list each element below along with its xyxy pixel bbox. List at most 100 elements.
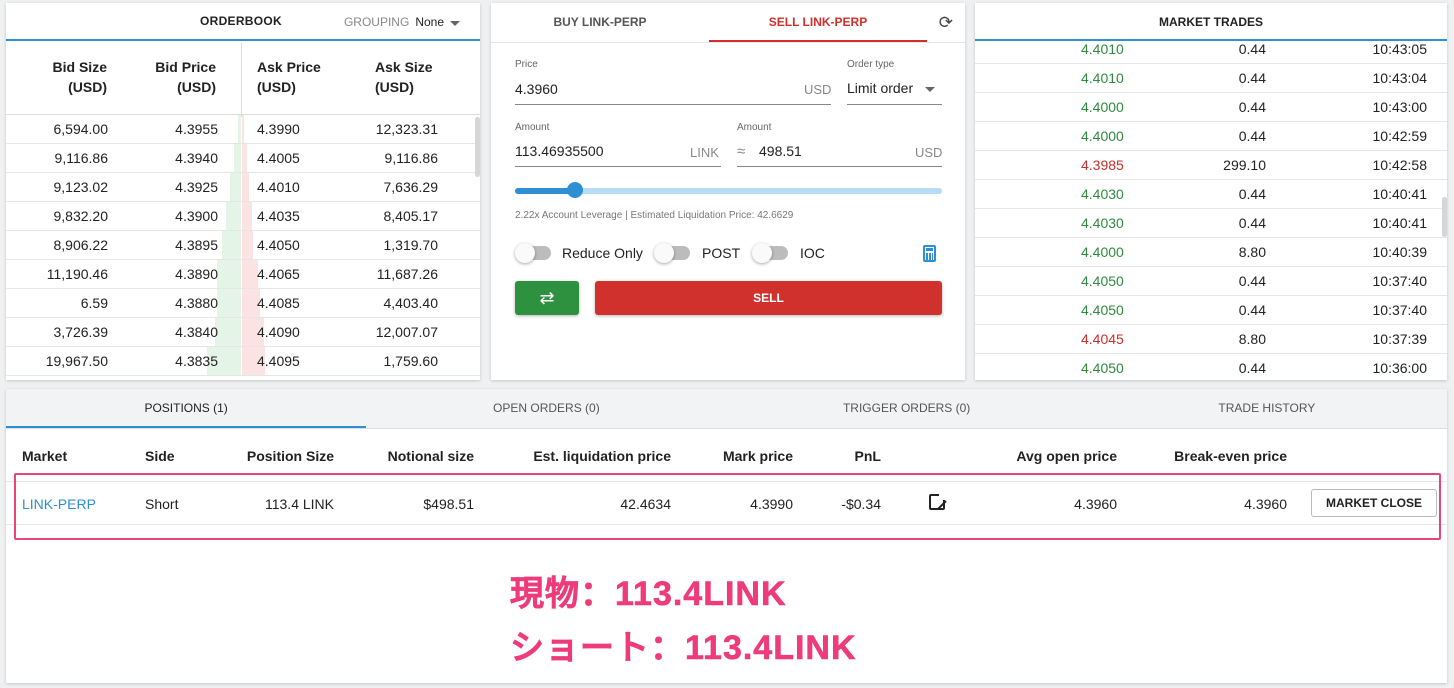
orderbook-row[interactable]: 6.59 4.3880 4.4085 4,403.40 bbox=[6, 289, 480, 318]
tab-positions[interactable]: POSITIONS (1) bbox=[6, 389, 367, 428]
bid-price: 4.3835 bbox=[175, 353, 218, 369]
ask-price: 4.4065 bbox=[257, 266, 300, 282]
trade-price: 4.4050 bbox=[1081, 273, 1124, 289]
trade-size: 0.44 bbox=[1238, 41, 1266, 57]
grouping-control: GROUPING None bbox=[344, 15, 460, 29]
swap-button[interactable]: ⇄ bbox=[515, 281, 579, 315]
bid-size: 9,116.86 bbox=[54, 150, 108, 166]
trade-size: 299.10 bbox=[1223, 157, 1266, 173]
header-est-liquidation: Est. liquidation price bbox=[533, 448, 671, 464]
ask-size: 1,319.70 bbox=[383, 237, 439, 253]
bid-size: 19,967.50 bbox=[45, 353, 108, 369]
bid-price: 4.3900 bbox=[175, 208, 218, 224]
orderbook-row[interactable]: 6,594.00 4.3955 4.3990 12,323.31 bbox=[6, 115, 480, 144]
grouping-select[interactable]: None bbox=[415, 15, 460, 29]
market-trade-row: 4.4000 0.44 10:42:59 bbox=[975, 122, 1447, 151]
post-toggle[interactable] bbox=[654, 243, 690, 263]
orderbook-row[interactable]: 8,906.22 4.3895 4.4050 1,319.70 bbox=[6, 231, 480, 260]
trade-time: 10:40:41 bbox=[1372, 215, 1428, 231]
header-position-size: Position Size bbox=[246, 448, 334, 464]
trade-time: 10:40:39 bbox=[1372, 244, 1428, 260]
ask-price: 4.4035 bbox=[257, 208, 300, 224]
trade-size: 8.80 bbox=[1238, 244, 1266, 260]
leverage-slider-handle[interactable] bbox=[567, 182, 583, 198]
market-trades-list: 4.4010 0.44 10:43:05 4.4010 0.44 10:43:04 4.40… bbox=[975, 41, 1447, 378]
market-trades-scrollbar[interactable] bbox=[1442, 197, 1447, 237]
order-type-select[interactable]: Limit order bbox=[847, 80, 936, 96]
market-trade-row: 4.4010 0.44 10:43:05 bbox=[975, 41, 1447, 64]
market-trades-title: MARKET TRADES bbox=[975, 3, 1447, 41]
ask-price: 4.4005 bbox=[257, 150, 300, 166]
orderbook-row[interactable]: 11,190.46 4.3890 4.4065 11,687.26 bbox=[6, 260, 480, 289]
tab-trade-history[interactable]: TRADE HISTORY bbox=[1087, 389, 1447, 428]
price-input[interactable]: 4.3960 bbox=[515, 81, 558, 97]
market-trade-row: 4.3985 299.10 10:42:58 bbox=[975, 151, 1447, 180]
refresh-icon[interactable]: ⟳ bbox=[939, 13, 953, 33]
tab-sell[interactable]: SELL LINK-PERP bbox=[709, 3, 927, 42]
trade-size: 0.44 bbox=[1238, 273, 1266, 289]
calculator-icon[interactable] bbox=[923, 245, 936, 262]
trade-price: 4.4000 bbox=[1081, 99, 1124, 115]
amount-usd-underline bbox=[737, 166, 942, 167]
leverage-slider-fill bbox=[515, 188, 575, 194]
ask-size: 11,687.26 bbox=[376, 266, 438, 282]
amount-usd-label: Amount bbox=[737, 122, 772, 133]
trade-price: 4.4045 bbox=[1081, 331, 1124, 347]
ioc-toggle[interactable] bbox=[752, 243, 788, 263]
trade-time: 10:37:39 bbox=[1372, 331, 1428, 347]
bid-size: 3,726.39 bbox=[53, 324, 109, 340]
header-pnl: PnL bbox=[854, 448, 881, 464]
amount-unit: LINK bbox=[690, 145, 719, 160]
bid-size: 11,190.46 bbox=[46, 266, 108, 282]
trade-time: 10:42:59 bbox=[1372, 128, 1428, 144]
trade-size: 0.44 bbox=[1238, 70, 1266, 86]
order-form-panel: BUY LINK-PERP SELL LINK-PERP ⟳ Price 4.3… bbox=[491, 3, 965, 380]
reduce-only-toggle[interactable] bbox=[515, 243, 551, 263]
header-market: Market bbox=[22, 448, 68, 464]
ask-price: 4.4090 bbox=[257, 324, 300, 340]
order-type-value: Limit order bbox=[847, 80, 914, 96]
approx-icon: ≈ bbox=[737, 143, 746, 160]
bid-price: 4.3895 bbox=[175, 237, 218, 253]
ask-size: 4,403.40 bbox=[383, 295, 439, 311]
trade-price: 4.4030 bbox=[1081, 215, 1124, 231]
orderbook-column-headers: Bid Size (USD) Bid Price (USD) Ask Price (U… bbox=[6, 41, 480, 115]
bid-price: 4.3880 bbox=[175, 295, 218, 311]
col-bid-size: Bid Size (USD) bbox=[52, 59, 107, 95]
tab-buy[interactable]: BUY LINK-PERP bbox=[491, 3, 709, 42]
orderbook-row[interactable]: 9,123.02 4.3925 4.4010 7,636.29 bbox=[6, 173, 480, 202]
trade-time: 10:40:41 bbox=[1372, 186, 1428, 202]
amount-usd-input[interactable]: 498.51 bbox=[759, 143, 802, 159]
sell-button[interactable]: SELL bbox=[595, 281, 942, 315]
market-trade-row: 4.4000 0.44 10:43:00 bbox=[975, 93, 1447, 122]
grouping-label: GROUPING bbox=[343, 15, 410, 29]
ask-depth-bar bbox=[242, 144, 247, 172]
amount-input[interactable]: 113.46935500 bbox=[515, 143, 604, 159]
trade-size: 0.44 bbox=[1238, 128, 1266, 144]
trade-price: 4.4000 bbox=[1081, 128, 1124, 144]
tab-open-orders[interactable]: OPEN ORDERS (0) bbox=[366, 389, 726, 428]
trade-price: 4.4050 bbox=[1081, 360, 1124, 376]
tab-trigger-orders[interactable]: TRIGGER ORDERS (0) bbox=[727, 389, 1087, 428]
trade-price: 4.4030 bbox=[1081, 186, 1124, 202]
trade-time: 10:43:04 bbox=[1372, 70, 1428, 86]
trade-time: 10:43:00 bbox=[1372, 99, 1428, 115]
market-trade-row: 4.4050 0.44 10:37:40 bbox=[975, 296, 1447, 325]
header-avg-open: Avg open price bbox=[1016, 448, 1117, 464]
bid-price: 4.3840 bbox=[175, 324, 218, 340]
bid-price: 4.3925 bbox=[175, 179, 218, 195]
ask-depth-bar bbox=[242, 202, 252, 230]
orderbook-row[interactable]: 19,967.50 4.3835 4.4095 1,759.60 bbox=[6, 347, 480, 376]
trade-size: 0.44 bbox=[1238, 99, 1266, 115]
ask-price: 4.3990 bbox=[257, 121, 300, 137]
orderbook-row[interactable]: 9,832.20 4.3900 4.4035 8,405.17 bbox=[6, 202, 480, 231]
ask-size: 8,405.17 bbox=[383, 208, 439, 224]
orderbook-row[interactable]: 9,116.86 4.3940 4.4005 9,116.86 bbox=[6, 144, 480, 173]
bid-price: 4.3940 bbox=[175, 150, 218, 166]
trade-time: 10:42:58 bbox=[1372, 157, 1428, 173]
orderbook-scrollbar[interactable] bbox=[475, 117, 480, 177]
ask-price: 4.4050 bbox=[257, 237, 300, 253]
orderbook-row[interactable]: 3,726.39 4.3840 4.4090 12,007.07 bbox=[6, 318, 480, 347]
bid-price: 4.3890 bbox=[175, 266, 218, 282]
ask-price: 4.4010 bbox=[257, 179, 300, 195]
